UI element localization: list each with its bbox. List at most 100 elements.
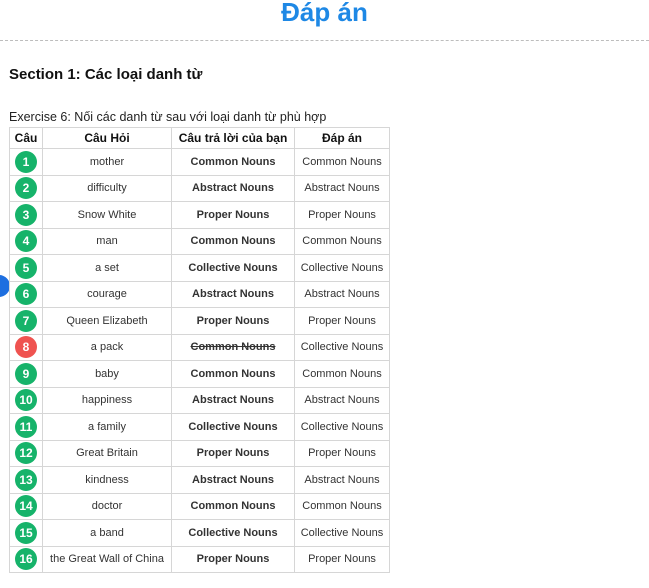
correct-number-badge: 5 <box>15 256 37 279</box>
question-cell: baby <box>42 360 172 388</box>
correct-number-badge: 12 <box>15 442 37 465</box>
table-row: 5a set Collective Nouns Collective Nouns <box>9 254 390 282</box>
correct-number-badge: 9 <box>15 362 37 385</box>
user-answer-cell: Proper Nouns <box>171 545 295 573</box>
row-number-cell: 2 <box>9 174 43 202</box>
table-row: 1 mother Common Nouns Common Nouns <box>9 148 390 176</box>
table-row: 10 happiness Abstract Nouns Abstract Nouns <box>9 386 390 414</box>
correct-answer-cell: Collective Nouns <box>294 519 390 547</box>
question-cell: Snow White <box>42 201 172 229</box>
row-number-cell: 9 <box>9 360 43 388</box>
question-cell: courage <box>42 280 172 308</box>
user-answer-cell: Common Nouns <box>171 360 295 388</box>
question-cell: man <box>42 227 172 255</box>
answers-table: Câu Câu Hỏi Câu trả lời của bạn Đáp án 1… <box>9 127 390 573</box>
correct-answer-cell: Common Nouns <box>294 227 390 255</box>
correct-number-badge: 6 <box>15 283 37 306</box>
correct-answer-cell: Abstract Nouns <box>294 280 390 308</box>
correct-answer-cell: Abstract Nouns <box>294 174 390 202</box>
question-cell: a pack <box>42 333 172 361</box>
header-correct-answer: Đáp án <box>294 127 390 149</box>
correct-answer-cell: Common Nouns <box>294 360 390 388</box>
correct-number-badge: 10 <box>15 389 37 412</box>
row-number-cell: 12 <box>9 439 43 467</box>
correct-answer-cell: Collective Nouns <box>294 254 390 282</box>
table-row: 8a pack Common Nouns Collective Nouns <box>9 333 390 361</box>
title-divider <box>0 40 649 41</box>
question-cell: a set <box>42 254 172 282</box>
correct-number-badge: 15 <box>15 521 37 544</box>
question-cell: the Great Wall of China <box>42 545 172 573</box>
question-cell: doctor <box>42 492 172 520</box>
row-number-cell: 5 <box>9 254 43 282</box>
correct-answer-cell: Common Nouns <box>294 148 390 176</box>
answer-page: Đáp án Section 1: Các loại danh từ Exerc… <box>0 0 649 588</box>
row-number-cell: 4 <box>9 227 43 255</box>
page-title: Đáp án <box>281 0 368 27</box>
user-answer-cell: Collective Nouns <box>171 413 295 441</box>
table-row: 9 baby Common Nouns Common Nouns <box>9 360 390 388</box>
row-number-cell: 16 <box>9 545 43 573</box>
table-header-row: Câu Câu Hỏi Câu trả lời của bạn Đáp án <box>9 127 390 149</box>
table-row: 4 man Common Nouns Common Nouns <box>9 227 390 255</box>
row-number-cell: 1 <box>9 148 43 176</box>
table-row: 13 kindness Abstract Nouns Abstract Nouns <box>9 466 390 494</box>
row-number-cell: 3 <box>9 201 43 229</box>
correct-answer-cell: Collective Nouns <box>294 413 390 441</box>
header-user-answer: Câu trả lời của bạn <box>171 127 295 149</box>
row-number-cell: 13 <box>9 466 43 494</box>
user-answer-cell: Common Nouns <box>171 333 295 361</box>
user-answer-cell: Common Nouns <box>171 148 295 176</box>
row-number-cell: 8 <box>9 333 43 361</box>
header-number: Câu <box>9 127 43 149</box>
correct-answer-cell: Abstract Nouns <box>294 386 390 414</box>
user-answer-cell: Abstract Nouns <box>171 280 295 308</box>
row-number-cell: 6 <box>9 280 43 308</box>
exercise-title: Exercise 6: Nối các danh từ sau với loại… <box>9 110 327 124</box>
user-answer-cell: Proper Nouns <box>171 307 295 335</box>
table-row: 7 Queen Elizabeth Proper Nouns Proper Nouns <box>9 307 390 335</box>
section-title: Section 1: Các loại danh từ <box>9 66 203 83</box>
correct-answer-cell: Collective Nouns <box>294 333 390 361</box>
question-cell: a band <box>42 519 172 547</box>
correct-answer-cell: Abstract Nouns <box>294 466 390 494</box>
correct-answer-cell: Proper Nouns <box>294 439 390 467</box>
correct-answer-cell: Common Nouns <box>294 492 390 520</box>
question-cell: Queen Elizabeth <box>42 307 172 335</box>
table-row: 15 a band Collective Nouns Collective Nouns <box>9 519 390 547</box>
correct-answer-cell: Proper Nouns <box>294 201 390 229</box>
user-answer-cell: Collective Nouns <box>171 254 295 282</box>
wrong-number-badge: 8 <box>15 336 37 359</box>
row-number-cell: 10 <box>9 386 43 414</box>
table-row: 3 Snow White Proper Nouns Proper Nouns <box>9 201 390 229</box>
correct-number-badge: 14 <box>15 495 37 518</box>
user-answer-cell: Collective Nouns <box>171 519 295 547</box>
question-cell: mother <box>42 148 172 176</box>
table-row: 2 difficulty Abstract Nouns Abstract Nouns <box>9 174 390 202</box>
correct-number-badge: 11 <box>15 415 37 438</box>
correct-answer-cell: Proper Nouns <box>294 307 390 335</box>
table-row: 6 courage Abstract Nouns Abstract Nouns <box>9 280 390 308</box>
row-number-cell: 15 <box>9 519 43 547</box>
answers-table-body: 1 mother Common Nouns Common Nouns 2 difficul… <box>9 148 390 573</box>
user-answer-cell: Abstract Nouns <box>171 386 295 414</box>
row-number-cell: 14 <box>9 492 43 520</box>
correct-number-badge: 2 <box>15 177 37 200</box>
user-answer-cell: Common Nouns <box>171 227 295 255</box>
correct-number-badge: 7 <box>15 309 37 332</box>
user-answer-cell: Abstract Nouns <box>171 466 295 494</box>
correct-number-badge: 1 <box>15 150 37 173</box>
question-cell: happiness <box>42 386 172 414</box>
user-answer-cell: Abstract Nouns <box>171 174 295 202</box>
table-row: 16 the Great Wall of China Proper Nouns Pro… <box>9 545 390 573</box>
correct-number-badge: 13 <box>15 468 37 491</box>
row-number-cell: 7 <box>9 307 43 335</box>
question-cell: difficulty <box>42 174 172 202</box>
table-row: 14 doctor Common Nouns Common Nouns <box>9 492 390 520</box>
user-answer-cell: Proper Nouns <box>171 439 295 467</box>
question-cell: a family <box>42 413 172 441</box>
question-cell: kindness <box>42 466 172 494</box>
row-number-cell: 11 <box>9 413 43 441</box>
correct-number-badge: 4 <box>15 230 37 253</box>
user-answer-cell: Proper Nouns <box>171 201 295 229</box>
